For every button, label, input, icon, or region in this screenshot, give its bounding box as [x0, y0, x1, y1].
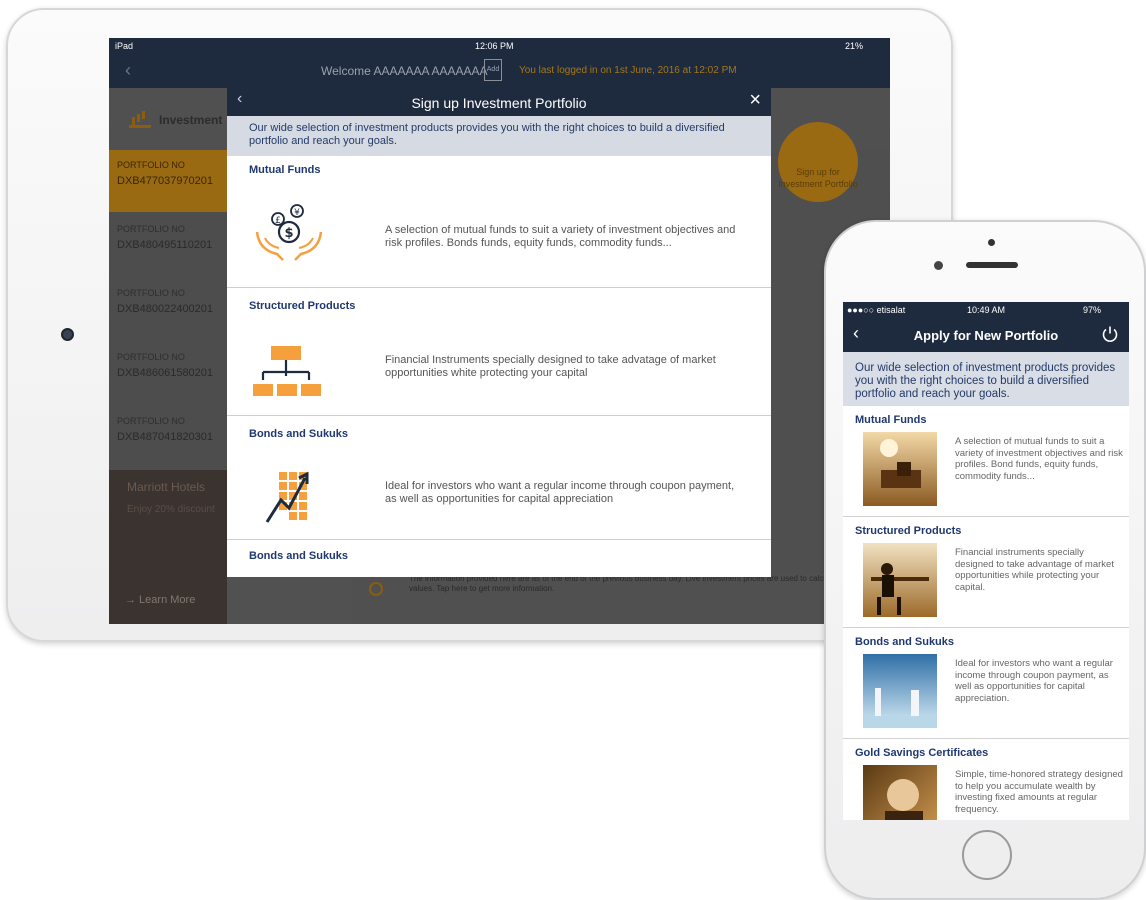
info-icon: [369, 582, 383, 596]
portfolio-label: PORTFOLIO NO: [117, 224, 185, 234]
promo-subtitle: Enjoy 20% discount: [127, 504, 215, 515]
back-chevron-icon[interactable]: ‹: [125, 60, 131, 81]
portfolio-item[interactable]: PORTFOLIO NO DXB480022400201: [109, 278, 227, 340]
section-description: Simple, time-honored strategy designed t…: [955, 769, 1123, 815]
section-title: Mutual Funds: [249, 164, 321, 176]
money-hands-icon: $ £ ¥: [255, 204, 323, 261]
section-title: Bonds and Sukuks: [249, 550, 349, 562]
portfolio-item[interactable]: PORTFOLIO NO DXB480495110201: [109, 214, 227, 276]
modal-header: ‹ Sign up Investment Portfolio ×: [227, 88, 771, 116]
portfolio-label: PORTFOLIO NO: [117, 160, 185, 170]
showcase: iPad 12:06 PM 21% ‹ Welcome AAAAAAA AAAA…: [0, 0, 1146, 900]
footer-note: The information provided here are as of …: [409, 574, 881, 593]
portfolio-label: PORTFOLIO NO: [117, 288, 185, 298]
portfolio-number: DXB487041820301: [117, 431, 214, 443]
product-item-mutual-funds[interactable]: Mutual Funds A selection of mutual funds…: [843, 406, 1129, 517]
portfolio-number: DXB486061580201: [117, 367, 214, 379]
portfolio-number: DXB477037970201: [117, 175, 214, 187]
section-description: A selection of mutual funds to suit a va…: [385, 224, 736, 249]
ipad-status-bar: iPad 12:06 PM 21%: [109, 38, 890, 54]
iphone-home-button[interactable]: [962, 830, 1012, 880]
section-description: Ideal for investors who want a regular i…: [955, 658, 1113, 704]
battery-level: 97%: [1083, 305, 1102, 315]
promo-title: Marriott Hotels: [127, 480, 206, 494]
portfolio-item[interactable]: PORTFOLIO NO DXB477037970201: [109, 150, 227, 212]
product-section-bonds-sukuks-2[interactable]: Bonds and Sukuks: [227, 540, 771, 577]
product-section-structured-products[interactable]: Structured Products Financial Instrument…: [227, 288, 771, 416]
ipad-nav-bar: ‹ Welcome AAAAAAA AAAAAAA Add You last l…: [109, 54, 890, 88]
section-title: Bonds and Sukuks: [249, 428, 349, 440]
section-title: Mutual Funds: [855, 414, 927, 426]
status-time: 12:06 PM: [475, 41, 514, 51]
growth-chart-icon: [265, 471, 309, 523]
iphone-screen: ●●●○○ etisalat 10:49 AM 97% ‹ Apply for …: [843, 302, 1129, 820]
bar-chart-icon: [129, 110, 151, 128]
front-camera: [934, 261, 943, 270]
product-section-bonds-sukuks[interactable]: Bonds and Sukuks Ideal for investors who: [227, 416, 771, 540]
device-label: iPad: [115, 41, 134, 51]
battery-level: 21%: [845, 41, 864, 51]
portfolio-label: PORTFOLIO NO: [117, 352, 185, 362]
section-title: Structured Products: [855, 525, 962, 537]
section-title: Gold Savings Certificates: [855, 747, 989, 759]
promo-banner[interactable]: Marriott Hotels Enjoy 20% discount → Lea…: [109, 470, 227, 624]
mutual-funds-photo: [863, 432, 937, 506]
bonds-sukuks-photo: [863, 654, 937, 728]
svg-text:£: £: [275, 216, 281, 226]
page-title: Apply for New Portfolio: [913, 328, 1059, 343]
proximity-sensor: [988, 239, 995, 246]
gold-savings-photo: [863, 765, 937, 820]
section-title: Bonds and Sukuks: [855, 636, 955, 648]
svg-text:¥: ¥: [294, 208, 300, 218]
iphone-device: ●●●○○ etisalat 10:49 AM 97% ‹ Apply for …: [824, 220, 1146, 900]
modal-title: Sign up Investment Portfolio: [411, 95, 587, 111]
structured-products-photo: [863, 543, 937, 617]
section-description: Financial instruments specially designed…: [955, 547, 1114, 593]
intro-text: Our wide selection of investment product…: [843, 352, 1129, 406]
section-description: Ideal for investors who want a regular i…: [385, 480, 735, 505]
ipad-device: iPad 12:06 PM 21% ‹ Welcome AAAAAAA AAAA…: [6, 8, 953, 642]
portfolio-number: DXB480022400201: [117, 303, 214, 315]
section-title: Structured Products: [249, 300, 356, 312]
product-item-gold-savings[interactable]: Gold Savings Certificates Simple, time-h…: [843, 739, 1129, 820]
signup-portfolio-button[interactable]: Sign up for Investment Portfolio: [778, 122, 858, 202]
status-time: 10:49 AM: [967, 305, 1006, 315]
portfolio-sidebar: PORTFOLIO NO DXB477037970201 PORTFOLIO N…: [109, 150, 227, 624]
iphone-status-bar: ●●●○○ etisalat 10:49 AM 97%: [843, 302, 1129, 318]
power-icon[interactable]: [1101, 325, 1119, 343]
carrier: ●●●○○ etisalat: [847, 305, 906, 315]
section-description: A selection of mutual funds to suit a va…: [955, 436, 1123, 482]
welcome-text: Welcome AAAAAAA AAAAAAA: [321, 64, 488, 78]
close-icon[interactable]: ×: [749, 89, 761, 112]
org-chart-icon: [253, 346, 321, 396]
product-item-structured-products[interactable]: Structured Products Financial instrument…: [843, 517, 1129, 628]
learn-more-link[interactable]: → Learn More: [125, 594, 195, 606]
add-button[interactable]: Add: [484, 59, 502, 81]
product-section-mutual-funds[interactable]: Mutual Funds $ £ ¥ A selection of mutual: [227, 156, 771, 288]
ipad-screen: iPad 12:06 PM 21% ‹ Welcome AAAAAAA AAAA…: [109, 38, 890, 624]
page-title: Investment: [129, 110, 222, 128]
ipad-home-button[interactable]: [61, 328, 74, 341]
portfolio-item[interactable]: PORTFOLIO NO DXB487041820301: [109, 406, 227, 468]
info-footer: The information provided here are as of …: [353, 574, 890, 624]
modal-intro: Our wide selection of investment product…: [227, 116, 771, 156]
section-description: Financial Instruments specially designed…: [385, 354, 716, 379]
last-login-text: You last logged in on 1st June, 2016 at …: [519, 65, 737, 76]
earpiece-speaker: [966, 262, 1018, 268]
portfolio-number: DXB480495110201: [117, 239, 213, 251]
page-title-text: Investment: [159, 113, 223, 127]
signup-modal: ‹ Sign up Investment Portfolio × Our wid…: [227, 88, 771, 577]
portfolio-label: PORTFOLIO NO: [117, 416, 185, 426]
svg-text:$: $: [284, 226, 293, 241]
product-item-bonds-sukuks[interactable]: Bonds and Sukuks Ideal for investors who…: [843, 628, 1129, 739]
portfolio-item[interactable]: PORTFOLIO NO DXB486061580201: [109, 342, 227, 404]
iphone-nav-bar: ‹ Apply for New Portfolio: [843, 318, 1129, 352]
